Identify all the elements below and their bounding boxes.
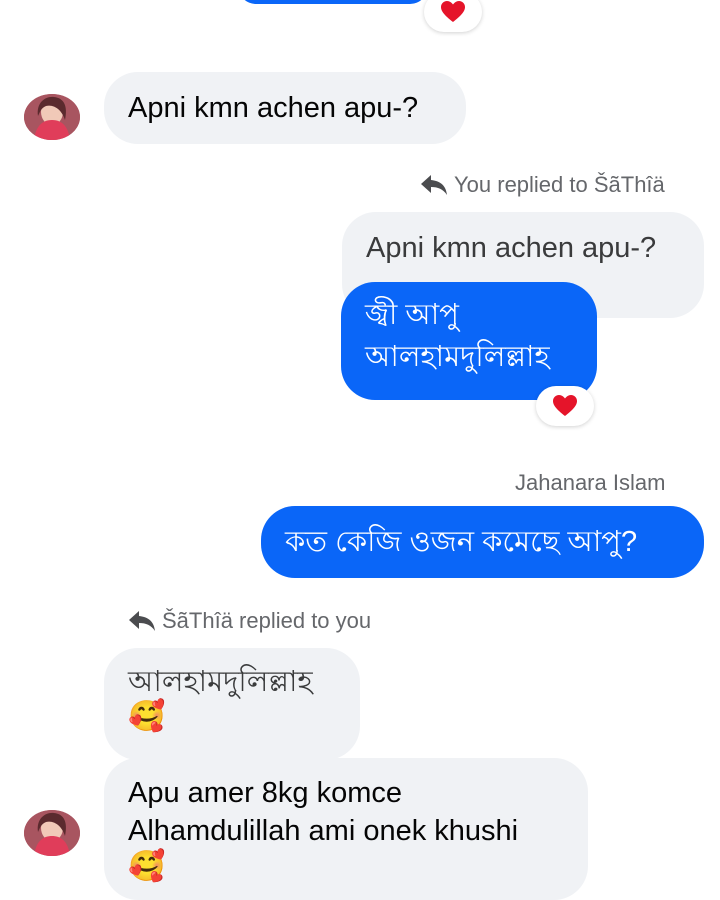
reply-meta-text: ŠãThîä replied to you: [162, 608, 372, 633]
message-outgoing-reply[interactable]: জ্বী আপু আলহামদুলিল্লাহ: [341, 282, 597, 400]
message-incoming-1[interactable]: Apni kmn achen apu-?: [104, 72, 466, 144]
message-text: Apni kmn achen apu-?: [128, 92, 419, 124]
message-text-line1: Apu amer 8kg komce: [128, 777, 403, 809]
sender-name-text: Jahanara Islam: [515, 470, 666, 495]
smiling-face-hearts-icon: 🥰: [128, 849, 166, 884]
avatar-sathia[interactable]: [24, 94, 80, 140]
avatar-sathia-2[interactable]: [24, 810, 80, 856]
reply-meta-sathia: ŠãThîä replied to you: [128, 608, 371, 634]
message-text-line2: Alhamdulillah ami onek khushi: [128, 815, 519, 847]
quoted-text: আলহামদুলিল্লাহ: [128, 666, 313, 698]
message-outgoing-2[interactable]: কত কেজি ওজন কমেছে আপু?: [261, 506, 704, 578]
message-incoming-2[interactable]: Apu amer 8kg komce Alhamdulillah ami one…: [104, 758, 588, 900]
reply-icon: [129, 611, 155, 631]
message-text: কত কেজি ওজন কমেছে আপু?: [285, 526, 638, 558]
reply-meta-you: You replied to ŠãThîä: [420, 172, 665, 198]
quoted-text: Apni kmn achen apu-?: [366, 232, 657, 264]
message-text-line2: আলহামদুলিল্লাহ: [365, 341, 550, 373]
reaction-heart-top[interactable]: [424, 0, 482, 32]
quoted-message-2[interactable]: আলহামদুলিল্লাহ 🥰: [104, 648, 360, 760]
smiling-face-hearts-icon: 🥰: [128, 699, 166, 734]
partial-outgoing-bubble[interactable]: [238, 0, 428, 4]
reply-meta-text: You replied to ŠãThîä: [454, 172, 665, 197]
heart-icon: [441, 1, 465, 22]
reply-icon: [421, 175, 447, 195]
avatar-image: [24, 810, 80, 856]
heart-icon: [553, 395, 577, 416]
reaction-heart[interactable]: [536, 386, 594, 426]
sender-name: Jahanara Islam: [515, 470, 665, 496]
avatar-image: [24, 94, 80, 140]
message-text-line1: জ্বী আপু: [365, 299, 459, 331]
